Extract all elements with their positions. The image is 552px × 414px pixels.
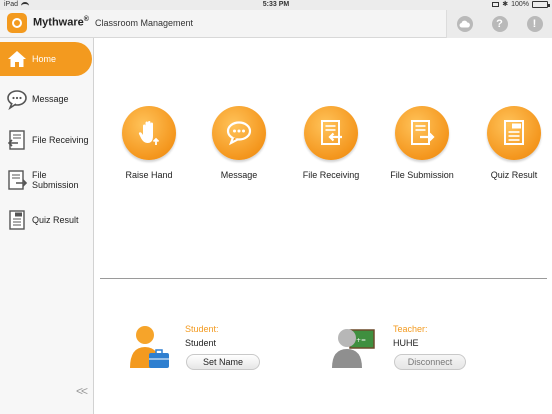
- file-receiving-tile[interactable]: File Receiving: [291, 106, 371, 180]
- screen-mirroring-icon: [492, 2, 500, 7]
- mythware-logo-icon: [7, 13, 27, 33]
- app-subtitle: Classroom Management: [95, 18, 194, 28]
- raise-hand-label: Raise Hand: [125, 170, 173, 180]
- sidebar: Home Message File Receiving File Submiss…: [0, 38, 94, 414]
- svg-text:+=: +=: [356, 337, 366, 344]
- file-receiving-icon: [7, 130, 25, 150]
- file-submission-icon: [8, 170, 28, 190]
- app-brand: Mythware®: [33, 16, 89, 29]
- quiz-result-tile[interactable]: Quiz Result: [474, 106, 552, 180]
- sidebar-item-home[interactable]: Home: [0, 42, 92, 76]
- sidebar-item-quiz-result[interactable]: Quiz Result: [0, 203, 92, 237]
- bluetooth-icon: ✱: [502, 1, 509, 8]
- file-submission-tile[interactable]: File Submission: [382, 106, 462, 180]
- file-submission-label: File Submission: [390, 170, 454, 180]
- header-actions: ? !: [446, 10, 552, 38]
- sidebar-item-file-receiving[interactable]: File Receiving: [0, 123, 92, 157]
- file-receiving-icon: [321, 120, 342, 145]
- message-icon: [226, 121, 252, 146]
- battery-icon: [532, 1, 550, 8]
- raise-hand-icon: [138, 121, 160, 145]
- sidebar-item-file-submission[interactable]: File Submission: [0, 163, 92, 197]
- file-submission-icon: [411, 120, 435, 145]
- home-panel: Raise Hand Message File Receiving File S…: [95, 38, 552, 414]
- quiz-result-label: Quiz Result: [490, 170, 538, 180]
- sidebar-item-message[interactable]: Message: [0, 82, 92, 116]
- collapse-sidebar-button[interactable]: <<: [76, 384, 88, 398]
- status-time: 5:33 PM: [262, 1, 290, 8]
- help-icon[interactable]: ?: [491, 16, 508, 32]
- message-tile[interactable]: Message: [199, 106, 279, 180]
- teacher-name: HUHE: [393, 338, 419, 348]
- alert-icon[interactable]: !: [526, 16, 543, 32]
- student-name: Student: [185, 338, 217, 348]
- student-avatar-icon: [130, 326, 169, 368]
- cloud-icon[interactable]: [456, 16, 473, 32]
- quiz-result-icon: [9, 210, 25, 230]
- app-header: Mythware® Classroom Management ? !: [0, 10, 552, 38]
- file-receiving-label: File Receiving: [302, 170, 360, 180]
- divider: [100, 278, 547, 279]
- message-label: Message: [220, 170, 258, 180]
- set-name-button[interactable]: Set Name: [186, 354, 260, 370]
- teacher-avatar-icon: +=: [332, 329, 375, 368]
- student-role-label: Student:: [185, 324, 219, 334]
- status-bar: iPad 5:33 PM ✱ 100%: [0, 0, 552, 10]
- battery-percent: 100%: [511, 1, 529, 8]
- raise-hand-tile[interactable]: Raise Hand: [109, 106, 189, 180]
- quiz-result-icon: [504, 120, 524, 145]
- home-icon: [8, 51, 26, 67]
- message-icon: [7, 90, 27, 110]
- teacher-role-label: Teacher:: [393, 324, 428, 334]
- disconnect-button[interactable]: Disconnect: [394, 354, 466, 370]
